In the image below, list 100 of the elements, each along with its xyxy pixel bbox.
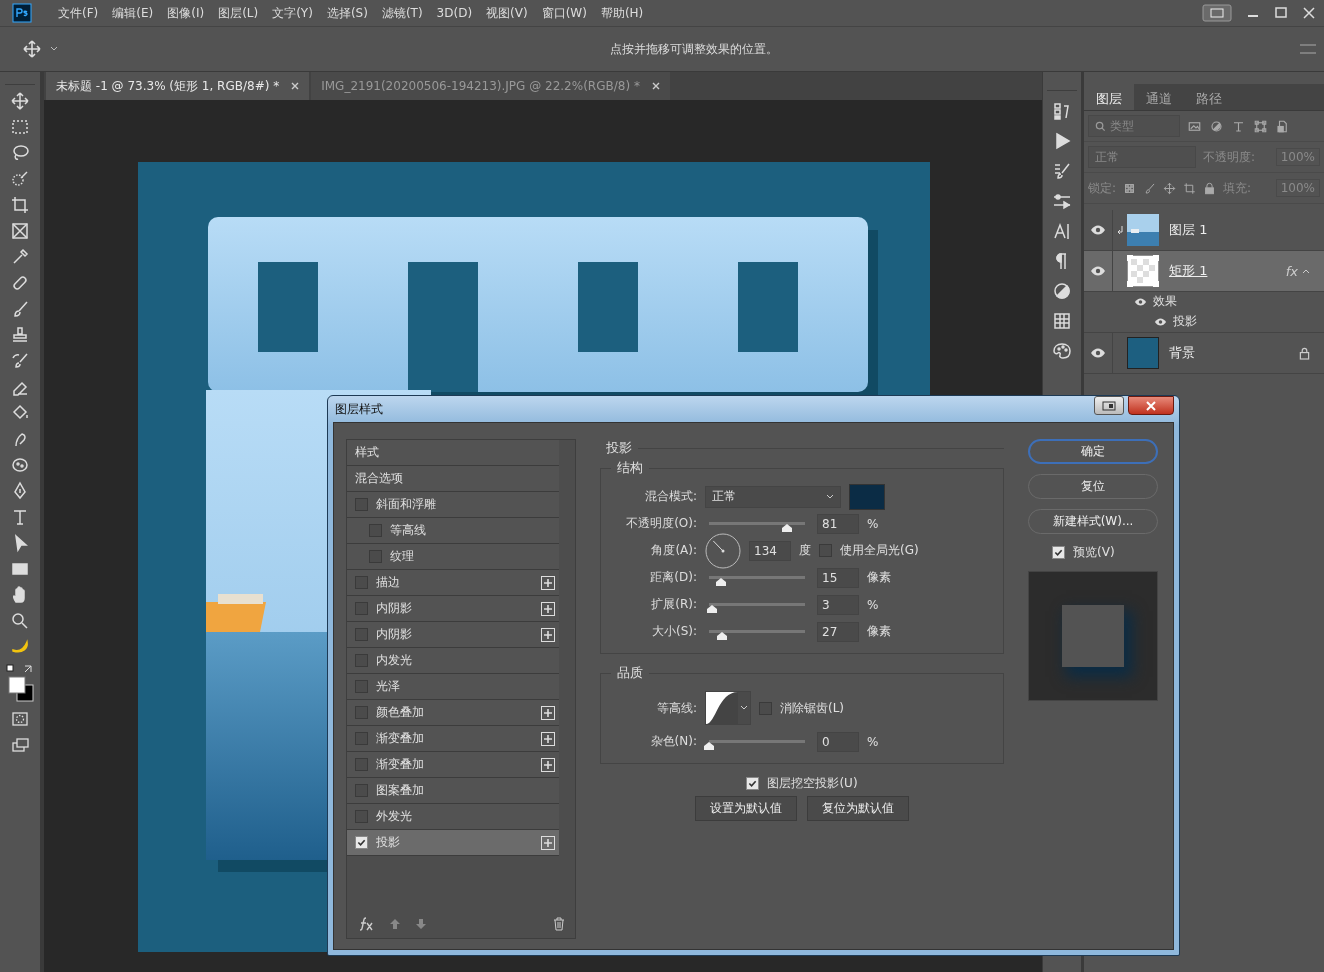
smart-object-filter-icon[interactable]: [1275, 118, 1290, 134]
dialog-button[interactable]: 确定: [1028, 439, 1158, 464]
checkbox[interactable]: [369, 550, 382, 563]
checkbox[interactable]: [355, 576, 368, 589]
add-icon[interactable]: [541, 705, 555, 720]
menu-item[interactable]: 选择(S): [326, 4, 368, 22]
checkbox[interactable]: [355, 732, 368, 745]
close-icon[interactable]: [651, 82, 660, 90]
move-icon[interactable]: [10, 91, 30, 111]
eye-icon[interactable]: [1134, 297, 1147, 306]
zoom-icon[interactable]: [10, 611, 30, 631]
marquee-icon[interactable]: [10, 117, 30, 137]
slider-thumb[interactable]: [715, 577, 728, 587]
lock-pixels-icon[interactable]: [1123, 181, 1137, 195]
number-field[interactable]: 15: [817, 567, 859, 588]
style-item[interactable]: 图案叠加: [347, 778, 559, 804]
number-field[interactable]: 81: [817, 513, 859, 534]
menu-item[interactable]: 滤镜(T): [381, 4, 423, 22]
menu-item[interactable]: 窗口(W): [541, 4, 587, 22]
document-tab[interactable]: 未标题 -1 @ 73.3% (矩形 1, RGB/8#) *: [46, 72, 310, 100]
panel-tab[interactable]: 路径: [1184, 84, 1234, 110]
bandage-icon[interactable]: [10, 273, 30, 293]
number-field[interactable]: 0: [817, 731, 859, 752]
checkbox[interactable]: [355, 498, 368, 511]
restore-button[interactable]: [1094, 396, 1124, 415]
maximize-icon[interactable]: [1274, 6, 1288, 20]
panel-tab[interactable]: 通道: [1134, 84, 1184, 110]
shape-filter-icon[interactable]: [1253, 118, 1268, 134]
checkbox[interactable]: [355, 810, 368, 823]
caret-icon[interactable]: [50, 46, 58, 52]
contour-picker[interactable]: [705, 691, 751, 725]
add-icon[interactable]: [541, 835, 555, 850]
dialog-button[interactable]: 新建样式(W)...: [1028, 509, 1158, 534]
checkbox[interactable]: [819, 544, 832, 557]
layer-row[interactable]: 矩形 1 fx: [1084, 251, 1324, 292]
lock-icon[interactable]: [1203, 181, 1217, 195]
menu-item[interactable]: 图像(I): [167, 4, 205, 22]
brush-preset-icon[interactable]: [1052, 161, 1072, 181]
collapse-caret-icon[interactable]: [1302, 268, 1310, 274]
slider-thumb[interactable]: [705, 604, 718, 614]
eye-icon[interactable]: [1090, 225, 1106, 235]
adjust-sliders-icon[interactable]: [1052, 191, 1072, 211]
default-button[interactable]: 复位为默认值: [807, 796, 909, 821]
add-icon[interactable]: [541, 731, 555, 746]
checkbox[interactable]: [355, 758, 368, 771]
style-item[interactable]: 描边: [347, 570, 559, 596]
slider-thumb[interactable]: [780, 523, 793, 533]
checkbox[interactable]: [355, 706, 368, 719]
history-icon[interactable]: [1052, 101, 1072, 121]
adjustment-filter-icon[interactable]: [1209, 118, 1224, 134]
lasso-icon[interactable]: [10, 143, 30, 163]
add-icon[interactable]: [541, 601, 555, 616]
menu-item[interactable]: 图层(L): [218, 4, 259, 22]
style-item[interactable]: 内发光: [347, 648, 559, 674]
quick-select-icon[interactable]: [10, 169, 30, 189]
document-tab[interactable]: IMG_2191(20200506-194213).JPG @ 22.2%(RGB/8) *: [311, 72, 670, 100]
stamp-icon[interactable]: [10, 325, 30, 345]
history-brush-icon[interactable]: [10, 351, 30, 371]
checkbox[interactable]: [1052, 546, 1065, 559]
angle-dial[interactable]: [705, 532, 741, 569]
menu-item[interactable]: 3D(D): [436, 6, 473, 20]
number-field[interactable]: 27: [817, 621, 859, 642]
number-field[interactable]: 134: [749, 540, 791, 561]
style-item[interactable]: 混合选项: [347, 466, 559, 492]
eye-icon[interactable]: [1154, 317, 1167, 326]
slider-thumb[interactable]: [716, 631, 729, 641]
screen-mode-icon[interactable]: [10, 735, 30, 755]
character-icon[interactable]: [1052, 221, 1072, 241]
style-item[interactable]: 外发光: [347, 804, 559, 830]
color-swatch[interactable]: [849, 483, 885, 510]
move-tool-icon[interactable]: [22, 39, 42, 59]
blend-mode-dropdown[interactable]: 正常: [705, 485, 841, 508]
menu-item[interactable]: 编辑(E): [112, 4, 154, 22]
checkbox[interactable]: [355, 628, 368, 641]
layer-row[interactable]: 背景: [1084, 333, 1324, 374]
checkbox[interactable]: [355, 680, 368, 693]
style-item[interactable]: 内阴影: [347, 596, 559, 622]
add-icon[interactable]: [541, 575, 555, 590]
style-item[interactable]: 内阴影: [347, 622, 559, 648]
style-item[interactable]: 样式: [347, 440, 559, 466]
effect-name[interactable]: 投影: [1173, 313, 1197, 330]
menu-item[interactable]: 文字(Y): [272, 4, 313, 22]
panel-tab[interactable]: 图层: [1084, 84, 1134, 110]
workspace-icon[interactable]: [1202, 4, 1232, 22]
app-logo-icon[interactable]: [12, 3, 32, 23]
style-item[interactable]: 渐变叠加: [347, 726, 559, 752]
add-icon[interactable]: [541, 627, 555, 642]
menu-item[interactable]: 视图(V): [486, 4, 528, 22]
style-item[interactable]: 光泽: [347, 674, 559, 700]
number-field[interactable]: 3: [817, 594, 859, 615]
slider-thumb[interactable]: [703, 741, 715, 751]
trash-icon[interactable]: [553, 917, 565, 931]
style-item[interactable]: 投影: [347, 830, 559, 856]
dialog-button[interactable]: 复位: [1028, 474, 1158, 499]
checkbox[interactable]: [355, 836, 368, 849]
fx-icon[interactable]: [357, 916, 375, 932]
color-swatches-drawing[interactable]: [5, 663, 35, 703]
eye-icon[interactable]: [1090, 266, 1106, 276]
checkbox[interactable]: [746, 776, 760, 790]
close-icon[interactable]: [1302, 6, 1316, 20]
